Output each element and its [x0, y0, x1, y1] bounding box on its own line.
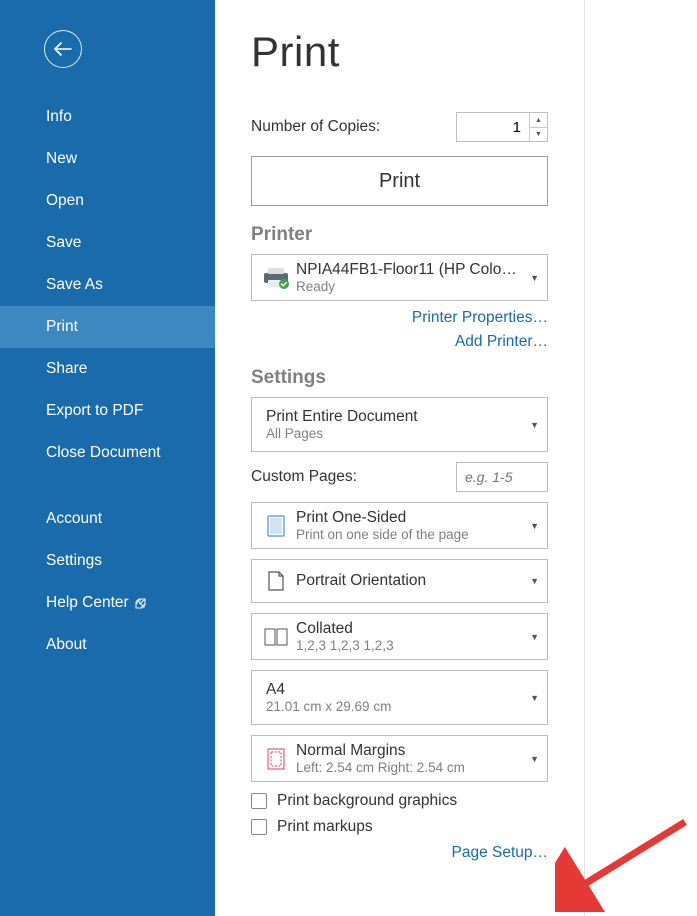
print-scope-title: Print Entire Document: [266, 408, 524, 426]
back-button[interactable]: [44, 30, 82, 68]
chevron-down-icon: ▼: [524, 273, 539, 283]
sidebar-item-label: New: [46, 150, 77, 168]
backstage-sidebar: Info New Open Save Save As Print Share E…: [0, 0, 215, 916]
sidebar-item-label: Info: [46, 108, 72, 126]
sidebar-item-label: Share: [46, 360, 87, 378]
printer-name: NPIA44FB1-Floor11 (HP Colo…: [296, 261, 524, 279]
sidebar-item-settings[interactable]: Settings: [0, 540, 215, 582]
print-panel: Print Number of Copies: ▲ ▼ Print Printe…: [215, 0, 585, 916]
chevron-down-icon: ▼: [524, 576, 539, 586]
sidebar-item-open[interactable]: Open: [0, 180, 215, 222]
external-link-icon: [135, 598, 146, 609]
sidebar-separator: [0, 474, 215, 498]
sidebar-item-help-center[interactable]: Help Center: [0, 582, 215, 624]
page-setup-link[interactable]: Page Setup…: [451, 844, 548, 861]
page-title: Print: [251, 28, 556, 76]
printer-select[interactable]: NPIA44FB1-Floor11 (HP Colo… Ready ▼: [251, 254, 548, 301]
collate-title: Collated: [296, 620, 524, 638]
printer-icon: [262, 267, 290, 289]
sidebar-item-label: Save As: [46, 276, 103, 294]
add-printer-link[interactable]: Add Printer…: [455, 333, 548, 350]
sidebar-item-save[interactable]: Save: [0, 222, 215, 264]
copies-input[interactable]: [457, 119, 529, 136]
custom-pages-label: Custom Pages:: [251, 468, 357, 486]
copies-up-button[interactable]: ▲: [530, 113, 547, 127]
print-button[interactable]: Print: [251, 156, 548, 206]
orientation-select[interactable]: Portrait Orientation ▼: [251, 559, 548, 603]
sidebar-item-export-pdf[interactable]: Export to PDF: [0, 390, 215, 432]
sidebar-item-new[interactable]: New: [0, 138, 215, 180]
sidebar-item-label: Account: [46, 510, 102, 528]
sidebar-item-close-document[interactable]: Close Document: [0, 432, 215, 474]
portrait-icon: [262, 571, 290, 591]
print-scope-sub: All Pages: [266, 426, 524, 441]
printer-heading: Printer: [251, 224, 556, 246]
duplex-select[interactable]: Print One-Sided Print on one side of the…: [251, 502, 548, 549]
print-markups-checkbox-row[interactable]: Print markups: [251, 818, 548, 836]
margins-select[interactable]: Normal Margins Left: 2.54 cm Right: 2.54…: [251, 735, 548, 782]
margins-title: Normal Margins: [296, 742, 524, 760]
copies-spinner[interactable]: ▲ ▼: [456, 112, 548, 142]
sidebar-item-share[interactable]: Share: [0, 348, 215, 390]
collate-sub: 1,2,3 1,2,3 1,2,3: [296, 638, 524, 653]
copies-steppers: ▲ ▼: [529, 113, 547, 141]
sidebar-item-print[interactable]: Print: [0, 306, 215, 348]
sidebar-item-account[interactable]: Account: [0, 498, 215, 540]
sidebar-item-label: Close Document: [46, 444, 161, 462]
duplex-title: Print One-Sided: [296, 509, 524, 527]
print-markups-label: Print markups: [277, 818, 373, 836]
arrow-left-icon: [54, 42, 72, 56]
chevron-down-icon: ▼: [524, 420, 539, 430]
chevron-down-icon: ▼: [524, 693, 539, 703]
sidebar-item-label: Open: [46, 192, 84, 210]
sidebar-item-label: Export to PDF: [46, 402, 143, 420]
sidebar-item-save-as[interactable]: Save As: [0, 264, 215, 306]
checkbox-icon: [251, 793, 267, 809]
chevron-down-icon: ▼: [524, 632, 539, 642]
collate-icon: [262, 628, 290, 646]
copies-down-button[interactable]: ▼: [530, 127, 547, 141]
sidebar-item-about[interactable]: About: [0, 624, 215, 666]
chevron-down-icon: ▼: [524, 521, 539, 531]
chevron-down-icon: ▼: [524, 754, 539, 764]
sidebar-item-label: About: [46, 636, 87, 654]
sidebar-item-label: Save: [46, 234, 81, 252]
paper-sub: 21.01 cm x 29.69 cm: [266, 699, 524, 714]
printer-status: Ready: [296, 279, 524, 294]
margins-icon: [262, 748, 290, 770]
paper-title: A4: [266, 681, 524, 699]
sidebar-item-label: Print: [46, 318, 78, 336]
duplex-sub: Print on one side of the page: [296, 527, 524, 542]
paper-size-select[interactable]: A4 21.01 cm x 29.69 cm ▼: [251, 670, 548, 725]
printer-properties-link[interactable]: Printer Properties…: [412, 309, 548, 326]
settings-heading: Settings: [251, 367, 556, 389]
print-background-label: Print background graphics: [277, 792, 457, 810]
orientation-title: Portrait Orientation: [296, 572, 524, 590]
page-single-icon: [262, 515, 290, 537]
copies-label: Number of Copies:: [251, 118, 380, 136]
sidebar-item-label: Help Center: [46, 594, 129, 612]
sidebar-item-label: Settings: [46, 552, 102, 570]
collate-select[interactable]: Collated 1,2,3 1,2,3 1,2,3 ▼: [251, 613, 548, 660]
print-button-label: Print: [379, 170, 420, 193]
checkbox-icon: [251, 819, 267, 835]
print-scope-select[interactable]: Print Entire Document All Pages ▼: [251, 397, 548, 452]
margins-sub: Left: 2.54 cm Right: 2.54 cm: [296, 760, 524, 775]
print-background-checkbox-row[interactable]: Print background graphics: [251, 792, 548, 810]
sidebar-item-info[interactable]: Info: [0, 96, 215, 138]
custom-pages-input[interactable]: [456, 462, 548, 492]
